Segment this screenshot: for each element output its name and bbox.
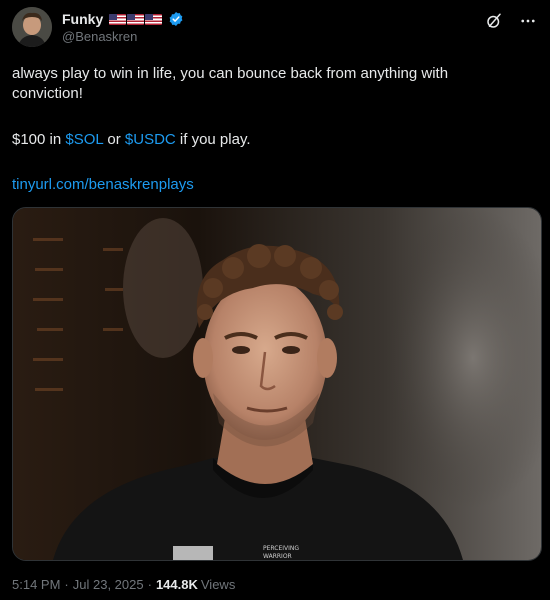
cashtag-usdc-link[interactable]: $USDC [125,131,176,148]
handle[interactable]: @Benaskren [62,29,137,44]
avatar-image [12,7,52,47]
us-flag-icon [127,13,145,25]
grok-icon[interactable] [484,11,504,31]
tweet-media-image[interactable]: PERCEIVING WARRIOR [12,207,542,561]
external-link[interactable]: tinyurl.com/benaskrenplays [12,176,194,193]
us-flag-icon [145,13,163,25]
header-actions [484,11,538,31]
flag-emojis [109,13,163,25]
more-options-icon[interactable] [518,11,538,31]
text-fragment: if you play. [175,131,251,148]
verified-badge-icon[interactable] [168,11,184,27]
cashtag-sol-link[interactable]: $SOL [65,131,103,148]
shirt-print: PERCEIVING [263,545,299,552]
views-count[interactable]: 144.8K [156,577,198,592]
tweet-text-line: conviction! [12,85,83,102]
avatar[interactable] [12,7,52,47]
tweet-time[interactable]: 5:14 PM [12,577,60,592]
display-name[interactable]: Funky [62,11,103,27]
us-flag-icon [109,13,127,25]
photo-portrait: PERCEIVING WARRIOR [13,208,541,560]
name-row: Funky [62,10,184,28]
separator: · [64,577,69,592]
tweet-footer: 5:14 PM · Jul 23, 2025 · 144.8K Views [12,577,235,592]
views-label: Views [200,577,236,592]
tweet-header: Funky @Benaskren [12,7,538,47]
tweet-text-line: always play to win in life, you can boun… [12,65,449,82]
text-fragment: or [103,131,125,148]
tweet-card: Funky @Benaskren always play to win in l… [0,0,550,600]
shirt-print: WARRIOR [263,553,292,560]
tweet-link-line: tinyurl.com/benaskrenplays [12,175,532,195]
text-fragment: $100 in [12,131,66,148]
tweet-date[interactable]: Jul 23, 2025 [73,577,144,592]
tweet-text-line: $100 in $SOL or $USDC if you play. [12,130,532,150]
separator: · [147,577,152,592]
